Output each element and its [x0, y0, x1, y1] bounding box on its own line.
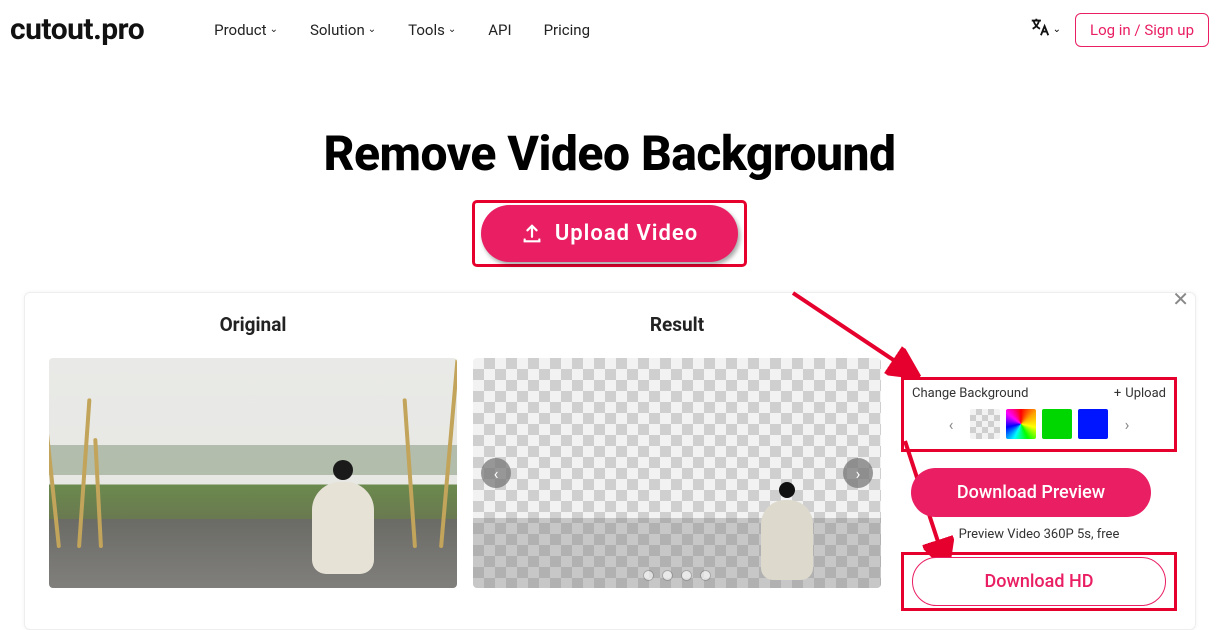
nav-solution-label: Solution	[310, 21, 365, 39]
nav-solution[interactable]: Solution⌄	[310, 21, 376, 39]
upload-video-button[interactable]: Upload Video	[481, 205, 738, 262]
chevron-down-icon: ⌄	[1053, 24, 1061, 35]
nav-api-label: API	[488, 21, 511, 39]
nav-tools-label: Tools	[408, 21, 445, 39]
result-label: Result	[473, 313, 881, 336]
dot[interactable]	[644, 571, 653, 580]
logo[interactable]: cutout.pro	[10, 12, 144, 47]
editor-card: ✕ Original Result	[24, 292, 1196, 630]
download-hd-highlight-box: Download HD	[901, 552, 1177, 611]
upload-bg-button[interactable]: + Upload	[1114, 386, 1166, 401]
chevron-down-icon: ⌄	[368, 24, 376, 35]
change-bg-label: Change Background	[912, 386, 1028, 401]
language-switcher[interactable]: ⌄	[1029, 16, 1061, 43]
upload-icon	[521, 223, 543, 245]
frame-dots	[644, 571, 710, 580]
download-preview-button[interactable]: Download Preview	[911, 468, 1151, 517]
swatch-next-button[interactable]: ›	[1114, 411, 1140, 437]
swatch-prev-button[interactable]: ‹	[938, 411, 964, 437]
dot[interactable]	[701, 571, 710, 580]
translate-icon	[1029, 16, 1051, 43]
page-title: Remove Video Background	[0, 125, 1219, 182]
original-preview	[49, 358, 457, 588]
preview-note: Preview Video 360P 5s, free	[901, 527, 1177, 542]
change-bg-highlight-box: Change Background + Upload ‹ ›	[901, 377, 1177, 452]
upload-label: Upload Video	[555, 221, 698, 246]
nav-api[interactable]: API	[488, 21, 511, 39]
swatch-green[interactable]	[1042, 409, 1072, 439]
original-label: Original	[49, 313, 457, 336]
nav-pricing-label: Pricing	[544, 21, 590, 39]
result-preview: ‹ ›	[473, 358, 881, 588]
chevron-down-icon: ⌄	[448, 24, 456, 35]
prev-frame-button[interactable]: ‹	[481, 458, 511, 488]
swatch-color-picker[interactable]	[1006, 409, 1036, 439]
nav-tools[interactable]: Tools⌄	[408, 21, 456, 39]
plus-icon: +	[1114, 386, 1121, 401]
nav-product[interactable]: Product ⌄	[214, 21, 278, 39]
next-frame-button[interactable]: ›	[843, 458, 873, 488]
nav-product-label: Product	[214, 21, 266, 39]
close-icon[interactable]: ✕	[1172, 287, 1189, 311]
nav-pricing[interactable]: Pricing	[544, 21, 590, 39]
login-button[interactable]: Log in / Sign up	[1075, 13, 1209, 47]
download-hd-button[interactable]: Download HD	[912, 557, 1166, 606]
swatch-transparent[interactable]	[970, 409, 1000, 439]
swatch-blue[interactable]	[1078, 409, 1108, 439]
dot[interactable]	[682, 571, 691, 580]
person-figure	[310, 460, 376, 580]
person-figure	[759, 482, 815, 582]
upload-bg-label: Upload	[1125, 386, 1166, 401]
upload-highlight-box: Upload Video	[472, 200, 747, 267]
dot[interactable]	[663, 571, 672, 580]
chevron-down-icon: ⌄	[270, 24, 278, 35]
